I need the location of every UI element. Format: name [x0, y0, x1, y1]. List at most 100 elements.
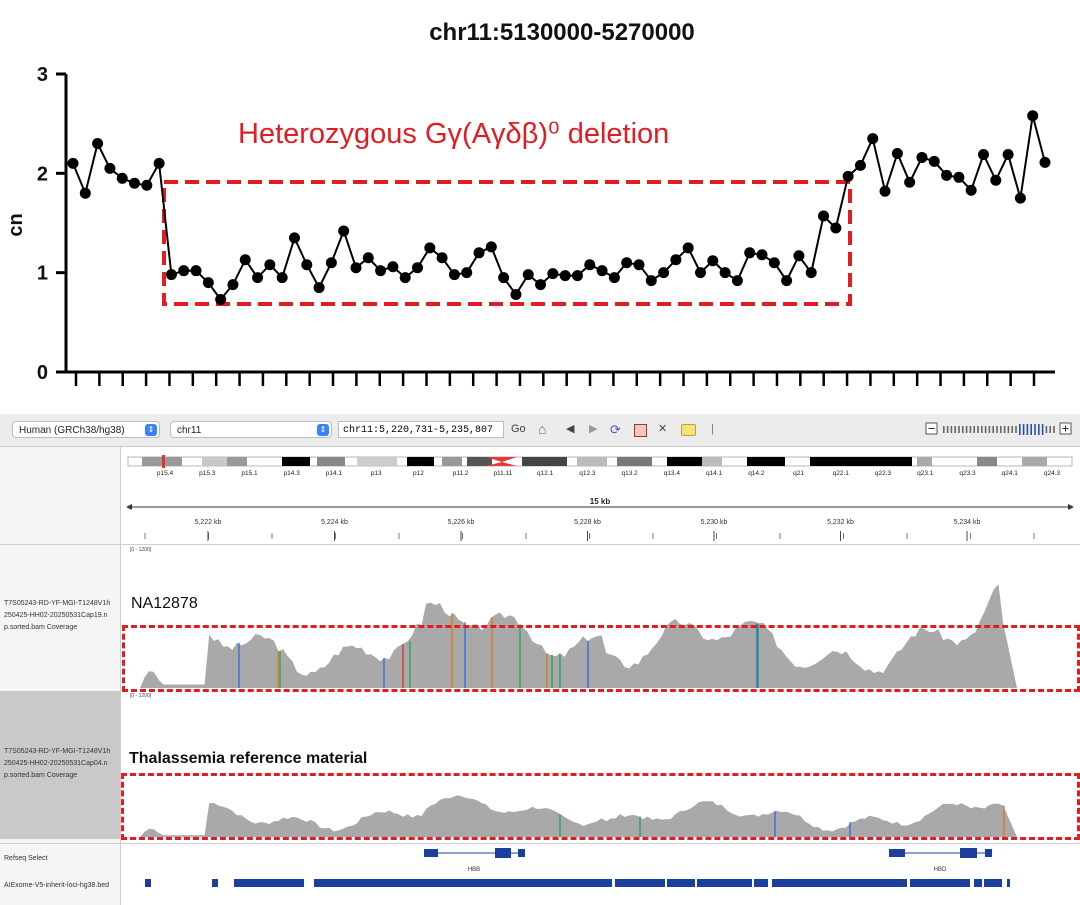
- data-point: [141, 179, 153, 191]
- data-point: [387, 261, 399, 273]
- data-point: [953, 171, 965, 183]
- back-icon[interactable]: ◀: [566, 421, 574, 438]
- data-point: [941, 169, 953, 181]
- gene-label-hbb: HBB: [468, 867, 480, 873]
- gene-label-hbd: HBD: [934, 867, 947, 873]
- track-label-1[interactable]: T7S05243-RD-YF-MGI-T1248V1h 250425-HH02-…: [4, 598, 122, 634]
- data-point: [104, 162, 116, 174]
- chromosome-ideogram: p15.4 p15.3 p15.1 p14.3 p14.1 p13 p12 p11.2 p11.…: [127, 455, 1073, 477]
- data-point: [744, 247, 756, 259]
- forward-icon[interactable]: ▶: [589, 421, 597, 438]
- data-point: [178, 265, 190, 277]
- data-point: [719, 267, 731, 279]
- data-point: [916, 151, 928, 163]
- data-point: [965, 184, 977, 196]
- chromosome-select-value: chr11: [177, 425, 202, 436]
- home-icon[interactable]: ⌂: [538, 421, 546, 438]
- data-point: [448, 269, 460, 281]
- data-point: [867, 133, 879, 145]
- row-divider: [0, 544, 1080, 545]
- data-point: [830, 222, 842, 234]
- band-label: q14.2: [748, 470, 765, 477]
- data-point: [977, 148, 989, 160]
- close-icon[interactable]: ✕: [658, 421, 667, 438]
- band-label: p14.1: [326, 470, 343, 477]
- ruler-tick-label: 5,222 kb: [195, 519, 222, 526]
- band-label: p12: [413, 470, 424, 477]
- data-point: [153, 157, 165, 169]
- data-point: [485, 241, 497, 253]
- data-point: [399, 272, 411, 284]
- data-point: [658, 267, 670, 279]
- chevron-updown-icon: ⇕: [145, 424, 157, 436]
- band-label: q22.3: [875, 470, 892, 477]
- data-point: [215, 293, 227, 305]
- highlight-box-1: [122, 625, 1080, 692]
- band-label: q13.2: [621, 470, 638, 477]
- data-point: [633, 259, 645, 271]
- data-point: [707, 255, 719, 267]
- band-label: p15.3: [199, 470, 216, 477]
- data-point: [731, 275, 743, 287]
- data-point: [781, 275, 793, 287]
- data-point: [990, 174, 1002, 186]
- y-tick-label: 2: [37, 163, 48, 185]
- chevron-updown-icon: ⇕: [317, 424, 329, 436]
- data-point: [461, 267, 473, 279]
- data-point: [596, 265, 608, 277]
- band-label: p14.3: [284, 470, 301, 477]
- refseq-track-label[interactable]: Refseq Select: [4, 853, 122, 865]
- genome-select[interactable]: Human (GRCh38/hg38) ⇕: [12, 421, 160, 438]
- data-point: [1002, 148, 1014, 160]
- band-label: q23.1: [917, 470, 934, 477]
- data-point: [129, 177, 141, 189]
- band-label: p15.1: [241, 470, 258, 477]
- data-point: [227, 279, 239, 291]
- zoom-slider[interactable]: [925, 422, 1073, 437]
- data-point: [891, 147, 903, 159]
- band-label: q12.3: [579, 470, 596, 477]
- band-label: p15.4: [157, 470, 174, 477]
- roi-icon[interactable]: [634, 424, 647, 437]
- y-ticks: 0 1 2 3: [37, 64, 66, 384]
- ruler-tick-label: 5,230 kb: [701, 519, 728, 526]
- data-point: [350, 262, 362, 274]
- ruler-tick-label: 5,224 kb: [321, 519, 348, 526]
- gene-hbb[interactable]: HBB: [424, 848, 525, 873]
- locus-input[interactable]: chr11:5,220,731-5,235,807: [338, 421, 504, 438]
- sample-annotation-1: NA12878: [131, 595, 198, 612]
- y-axis-label: cn: [5, 213, 27, 236]
- track-label-2[interactable]: T7S05243-RD-YF-MGI-T1248V1h 250425-HH02-…: [4, 746, 122, 782]
- band-label: q22.1: [833, 470, 850, 477]
- data-point: [424, 242, 436, 254]
- band-label: q14.1: [706, 470, 723, 477]
- gene-hbd[interactable]: HBD: [889, 848, 992, 873]
- current-locus-marker: [162, 455, 165, 468]
- data-point: [547, 268, 559, 280]
- data-point: [522, 269, 534, 281]
- band-label: p13: [371, 470, 382, 477]
- y-tick-label: 1: [37, 263, 48, 285]
- data-point: [165, 269, 177, 281]
- popup-icon[interactable]: [681, 424, 696, 436]
- data-point: [854, 159, 866, 171]
- highlight-box-2: [121, 773, 1080, 840]
- band-label: q12.1: [537, 470, 554, 477]
- data-point: [793, 250, 805, 262]
- bed-track-label[interactable]: AIExome-V5-inherit-loci-hg38.bed: [4, 880, 122, 892]
- chromosome-select[interactable]: chr11 ⇕: [170, 421, 332, 438]
- band-label: p11.11: [493, 470, 512, 477]
- deletion-annotation: Heterozygous Gγ(Aγδβ)⁰ deletion: [238, 118, 669, 150]
- band-label: q24.3: [1044, 470, 1061, 477]
- data-point: [252, 272, 264, 284]
- ruler-tick-label: 5,226 kb: [448, 519, 475, 526]
- data-point: [92, 138, 104, 150]
- refresh-icon[interactable]: ⟳: [610, 421, 621, 438]
- data-point: [682, 242, 694, 254]
- data-point: [202, 277, 214, 289]
- data-point: [768, 257, 780, 269]
- igv-browser: Human (GRCh38/hg38) ⇕ chr11 ⇕ chr11:5,22…: [0, 414, 1080, 905]
- go-button[interactable]: Go: [511, 421, 526, 438]
- data-point: [79, 187, 91, 199]
- band-label: q24.1: [1002, 470, 1019, 477]
